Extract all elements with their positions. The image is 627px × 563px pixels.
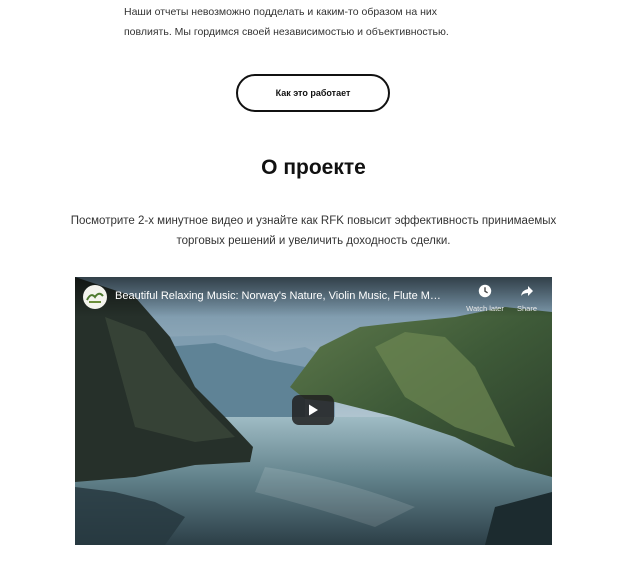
video-title[interactable]: Beautiful Relaxing Music: Norway's Natur… [115, 290, 445, 302]
clock-icon [478, 284, 492, 298]
watch-later-button[interactable]: Watch later [463, 284, 507, 313]
section-title: О проекте [261, 156, 366, 179]
channel-avatar[interactable] [83, 285, 107, 309]
intro-text: Наши отчеты невозможно подделать и каким… [124, 6, 449, 38]
share-arrow-icon [521, 286, 533, 296]
play-button[interactable] [292, 395, 334, 425]
channel-logo-icon [86, 292, 104, 303]
video-player[interactable]: Beautiful Relaxing Music: Norway's Natur… [75, 277, 552, 545]
how-it-works-button[interactable]: Как это работает [236, 74, 390, 112]
how-it-works-label: Как это работает [275, 88, 351, 98]
share-button[interactable]: Share [505, 284, 549, 313]
share-label: Share [516, 304, 537, 313]
watch-later-label: Watch later [466, 304, 504, 313]
play-icon [309, 404, 318, 416]
section-description: Посмотрите 2-х минутное видео и узнайте … [70, 215, 557, 247]
